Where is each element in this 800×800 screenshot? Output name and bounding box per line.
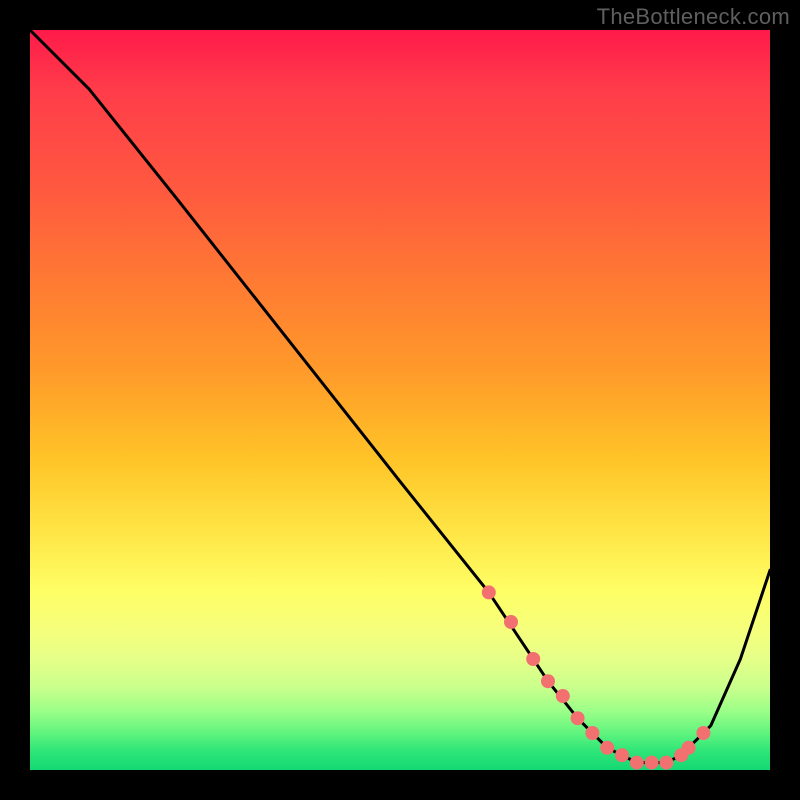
curve-markers [482, 585, 711, 769]
curve-marker [696, 726, 710, 740]
curve-marker [659, 756, 673, 770]
curve-marker [504, 615, 518, 629]
curve-marker [682, 741, 696, 755]
curve-marker [615, 748, 629, 762]
bottleneck-curve-path [30, 30, 770, 763]
watermark-text: TheBottleneck.com [597, 4, 790, 30]
curve-marker [645, 756, 659, 770]
curve-marker [630, 756, 644, 770]
curve-marker [585, 726, 599, 740]
curve-marker [571, 711, 585, 725]
curve-marker [600, 741, 614, 755]
curve-marker [556, 689, 570, 703]
curve-marker [526, 652, 540, 666]
curve-overlay [30, 30, 770, 770]
curve-marker [482, 585, 496, 599]
curve-marker [541, 674, 555, 688]
plot-area [30, 30, 770, 770]
chart-frame: TheBottleneck.com [0, 0, 800, 800]
